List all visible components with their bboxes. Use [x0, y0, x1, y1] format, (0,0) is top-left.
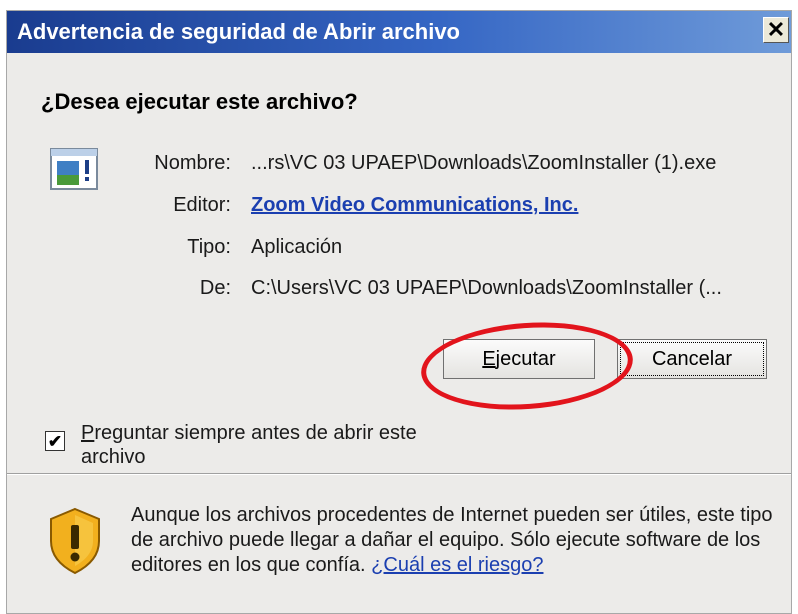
always-ask-mnemonic: P [81, 422, 95, 444]
what-is-the-risk-link[interactable]: ¿Cuál es el riesgo? [371, 554, 543, 576]
type-value: Aplicación [251, 236, 343, 258]
section-divider-highlight [7, 474, 791, 475]
run-button[interactable]: Ejecutar [443, 339, 595, 379]
name-value: ...rs\VC 03 UPAEP\Downloads\ZoomInstalle… [251, 152, 717, 174]
always-ask-checkbox[interactable]: ✔ [45, 431, 65, 451]
checkmark-icon: ✔ [47, 431, 63, 451]
dialog-title: Advertencia de seguridad de Abrir archiv… [17, 19, 460, 44]
run-button-mnemonic: E [482, 347, 496, 370]
executable-file-icon [50, 148, 98, 190]
close-icon: ✕ [766, 17, 786, 42]
run-button-label: jecutar [495, 347, 556, 370]
name-label: Nombre: [154, 152, 231, 174]
cancel-button[interactable]: Cancelar [617, 339, 767, 379]
type-label: Tipo: [187, 236, 231, 258]
always-ask-text: reguntar siempre antes de abrir este arc… [81, 422, 417, 468]
publisher-link[interactable]: Zoom Video Communications, Inc. [251, 194, 578, 217]
run-question-heading: ¿Desea ejecutar este archivo? [41, 89, 358, 114]
cancel-button-label: Cancelar [651, 347, 733, 370]
publisher-label: Editor: [173, 194, 231, 216]
close-button[interactable]: ✕ [763, 17, 789, 43]
from-label: De: [199, 277, 231, 299]
security-warning-dialog: Advertencia de seguridad de Abrir archiv… [6, 10, 792, 614]
title-bar[interactable]: Advertencia de seguridad de Abrir archiv… [7, 11, 791, 53]
from-value: C:\Users\VC 03 UPAEP\Downloads\ZoomInsta… [251, 277, 722, 299]
risk-warning-text: Aunque los archivos procedentes de Inter… [131, 503, 781, 578]
shield-warning-icon [50, 507, 100, 575]
always-ask-label[interactable]: Preguntar siempre antes de abrir este ar… [81, 421, 441, 469]
